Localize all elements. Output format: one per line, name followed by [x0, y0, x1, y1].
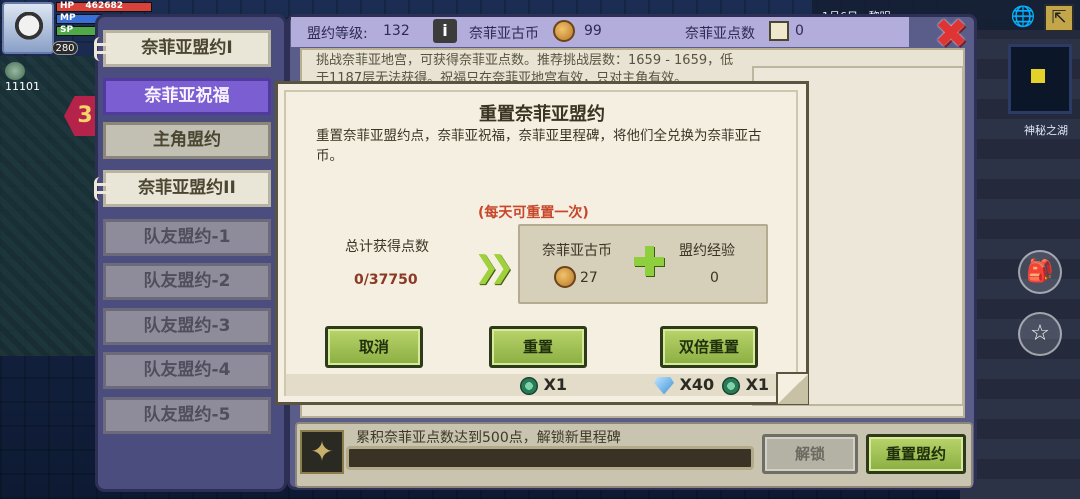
- card-icon: [769, 21, 789, 41]
- unlock-button[interactable]: 解锁: [762, 434, 858, 474]
- double-reset-cost-gem: X1: [722, 375, 769, 395]
- hp-value: 462682: [85, 1, 123, 11]
- double-cost-diamond-value: X40: [679, 375, 715, 394]
- player-portrait[interactable]: [2, 2, 54, 54]
- tab-label: 奈菲亚祝福: [144, 86, 230, 106]
- tab-label: 队友盟约-3: [143, 316, 231, 336]
- reward-exp-value: 0: [710, 270, 719, 286]
- tab-label: 奈菲亚盟约II: [138, 178, 236, 198]
- bag-icon[interactable]: 🎒: [1018, 250, 1062, 294]
- reward-coin-value: 27: [580, 270, 598, 286]
- points-value: 0: [795, 23, 804, 39]
- currency-icon: [5, 62, 25, 80]
- points-label: 奈菲亚点数: [685, 26, 755, 42]
- milestone-progress: [346, 446, 754, 470]
- pact-level-value: 132: [383, 23, 410, 39]
- currency-value: 11101: [5, 80, 40, 93]
- total-points-value: 0/37750: [354, 272, 418, 288]
- cancel-button[interactable]: 取消: [325, 326, 423, 368]
- tab-teammate-pact-1[interactable]: 队友盟约-1: [103, 219, 271, 256]
- globe-icon[interactable]: 🌐: [1010, 4, 1036, 28]
- sp-label: SP: [60, 25, 74, 35]
- tab-label: 奈菲亚盟约I: [141, 38, 233, 58]
- arrow-right-icon: ❯❯: [474, 250, 514, 285]
- info-icon[interactable]: i: [433, 19, 457, 43]
- tab-label: 主角盟约: [153, 130, 221, 150]
- currency-display: 11101: [5, 62, 40, 93]
- diamond-icon: [654, 376, 674, 395]
- dialog-title: 重置奈菲亚盟约: [479, 104, 605, 125]
- gem-icon: [722, 376, 740, 395]
- gem-icon: [520, 376, 538, 395]
- tab-label: 队友盟约-5: [143, 405, 231, 425]
- coin-icon: [554, 266, 576, 288]
- sigil-icon: ✦: [300, 430, 344, 474]
- minimap-player-marker: [1031, 69, 1045, 83]
- map-name: 神秘之湖: [1024, 124, 1068, 137]
- tab-hero-pact[interactable]: 主角盟约: [103, 122, 271, 159]
- daily-reset-note: (每天可重置一次): [478, 205, 589, 221]
- tab-teammate-pact-5[interactable]: 队友盟约-5: [103, 397, 271, 434]
- coin-icon: [553, 20, 575, 42]
- minimap[interactable]: [1008, 44, 1072, 114]
- tab-label: 队友盟约-4: [143, 360, 231, 380]
- tab-teammate-pact-3[interactable]: 队友盟约-3: [103, 308, 271, 345]
- coin-label: 奈菲亚古币: [469, 26, 539, 42]
- spring-icon: [94, 177, 114, 201]
- reset-cost: X1: [520, 375, 567, 395]
- reward-coin-label: 奈菲亚古币: [542, 243, 612, 259]
- panel-header: 盟约等级: 132 奈菲亚古币 99 奈菲亚点数 0: [291, 17, 909, 47]
- tab-nephia-pact-2[interactable]: 奈菲亚盟约II: [94, 170, 271, 207]
- reset-button[interactable]: 重置: [489, 326, 587, 368]
- double-reset-cost-diamond: X40: [654, 375, 714, 395]
- reset-pact-button[interactable]: 重置盟约: [866, 434, 966, 474]
- hp-label: HP: [60, 1, 75, 11]
- tab-label: 队友盟约-1: [143, 227, 231, 247]
- tab-teammate-pact-2[interactable]: 队友盟约-2: [103, 263, 271, 300]
- reset-cost-value: X1: [543, 375, 568, 394]
- tab-nephia-pact-1[interactable]: 奈菲亚盟约I: [94, 30, 271, 67]
- plus-icon: [634, 246, 664, 276]
- dialog-description: 重置奈菲亚盟约点，奈菲亚祝福，奈菲亚里程碑，将他们全兑换为奈菲亚古币。: [316, 128, 762, 164]
- hp-bar: HP 462682: [56, 1, 152, 12]
- spring-icon: [94, 37, 114, 61]
- tab-nephia-blessing[interactable]: 奈菲亚祝福: [103, 78, 271, 115]
- pact-level-label: 盟约等级:: [307, 26, 368, 42]
- coin-value: 99: [584, 23, 602, 39]
- milestone-text: 累积奈菲亚点数达到500点，解锁新里程碑: [356, 430, 621, 446]
- tab-teammate-pact-4[interactable]: 队友盟约-4: [103, 352, 271, 389]
- exit-icon[interactable]: ⇱: [1044, 4, 1074, 32]
- reward-exp-label: 盟约经验: [679, 243, 735, 259]
- tab-label: 队友盟约-2: [143, 271, 231, 291]
- double-cost-gem-value: X1: [745, 375, 770, 394]
- page-curl: [776, 372, 808, 404]
- mp-label: MP: [60, 13, 76, 23]
- total-points-label: 总计获得点数: [345, 239, 429, 255]
- star-icon[interactable]: ☆: [1018, 312, 1062, 356]
- player-level: 280: [52, 41, 78, 55]
- double-reset-button[interactable]: 双倍重置: [660, 326, 758, 368]
